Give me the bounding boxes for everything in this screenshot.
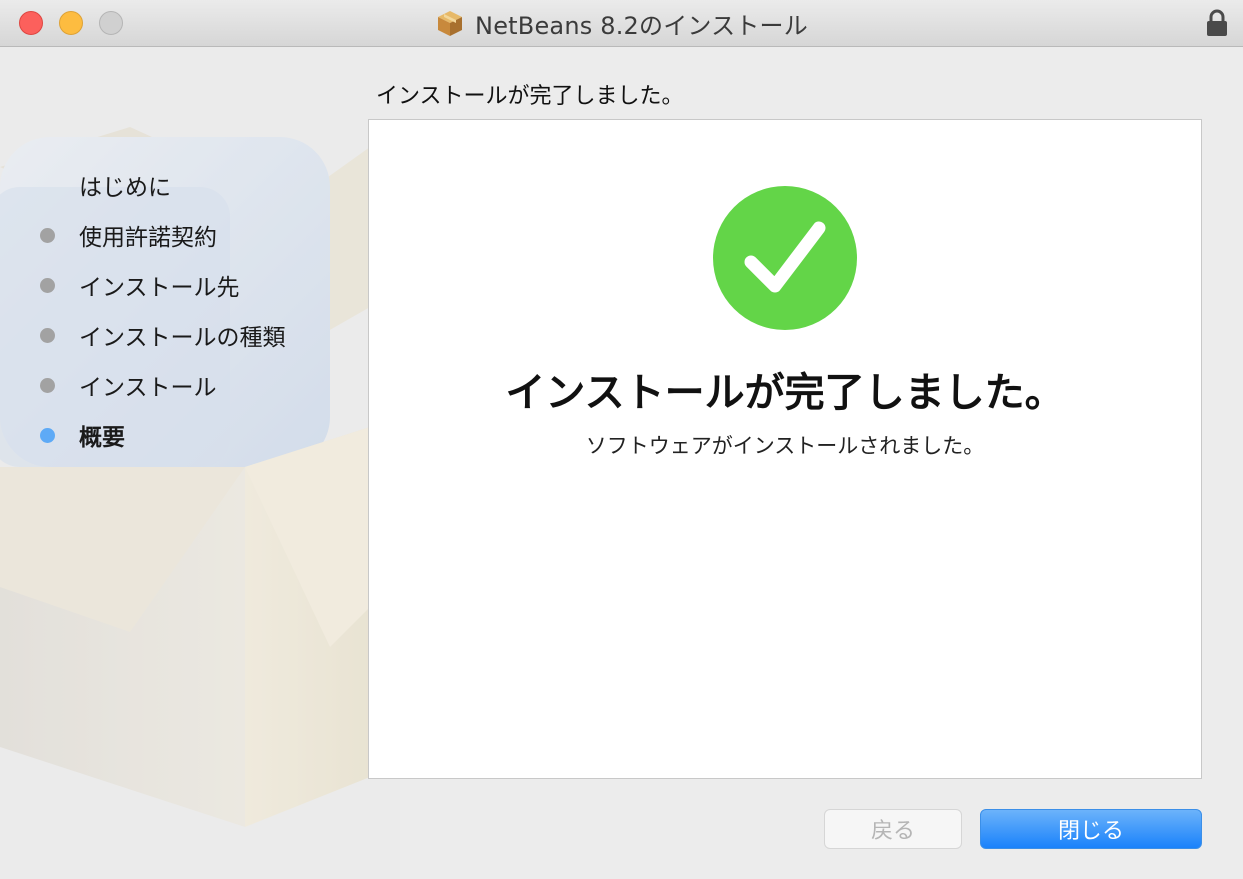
step-indicator bbox=[40, 327, 55, 343]
step-indicator bbox=[40, 178, 55, 193]
step-indicator bbox=[40, 377, 55, 393]
result-message: ソフトウェアがインストールされました。 bbox=[585, 434, 985, 458]
package-icon bbox=[438, 11, 463, 36]
installer-steps: はじめに 使用許諾契約 インストール先 インストールの種類 インストール 概要 bbox=[40, 160, 286, 460]
step-installation: インストール bbox=[40, 360, 286, 410]
window-title: NetBeans 8.2のインストール bbox=[475, 11, 808, 40]
step-summary: 概要 bbox=[40, 410, 286, 460]
step-label: インストール先 bbox=[79, 275, 240, 301]
step-indicator bbox=[40, 277, 55, 293]
close-button[interactable]: 閉じる bbox=[980, 809, 1202, 849]
step-label: はじめに bbox=[79, 175, 171, 201]
step-installation-type: インストールの種類 bbox=[40, 310, 286, 360]
step-introduction: はじめに bbox=[40, 160, 286, 210]
installer-window: NetBeans 8.2のインストール はじめに 使用許諾契約 インストール先 … bbox=[0, 0, 1243, 879]
step-destination: インストール先 bbox=[40, 260, 286, 310]
title-bar[interactable]: NetBeans 8.2のインストール bbox=[0, 0, 1243, 47]
step-label: インストール bbox=[79, 375, 217, 401]
back-button[interactable]: 戻る bbox=[824, 809, 962, 849]
step-label: 使用許諾契約 bbox=[79, 225, 217, 251]
window-title-group: NetBeans 8.2のインストール bbox=[0, 0, 1243, 46]
step-license: 使用許諾契約 bbox=[40, 210, 286, 260]
step-indicator-current bbox=[40, 427, 55, 443]
checkmark-success-icon bbox=[713, 186, 857, 330]
page-heading: インストールが完了しました。 bbox=[376, 84, 684, 109]
step-label: インストールの種類 bbox=[79, 325, 286, 351]
step-label: 概要 bbox=[79, 425, 125, 451]
step-indicator bbox=[40, 227, 55, 243]
content-panel: インストールが完了しました。 ソフトウェアがインストールされました。 bbox=[368, 119, 1202, 779]
lock-icon[interactable] bbox=[1205, 8, 1229, 38]
result-title: インストールが完了しました。 bbox=[505, 370, 1065, 416]
